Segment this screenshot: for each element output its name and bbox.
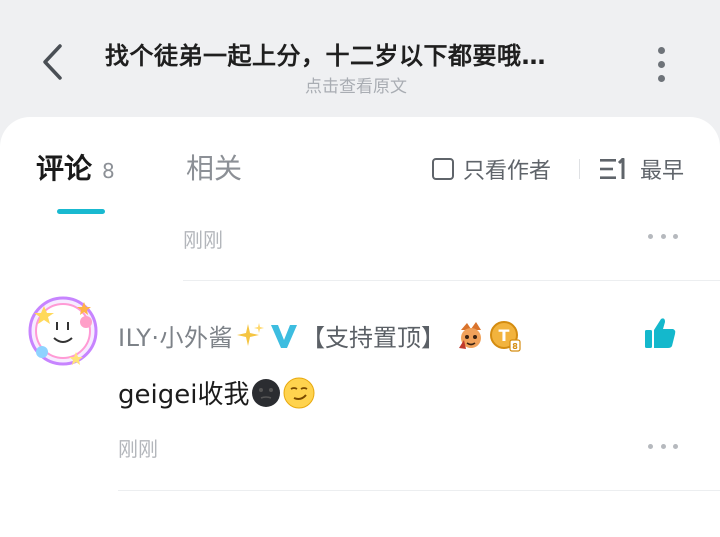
svg-text:8: 8: [512, 342, 518, 351]
tab-comments[interactable]: 评论 8: [36, 147, 115, 187]
like-button[interactable]: [643, 316, 677, 350]
svg-text:T: T: [499, 326, 510, 345]
comment-divider: [118, 490, 720, 491]
comment-time: 刚刚: [118, 437, 158, 461]
checkbox-icon[interactable]: [432, 158, 454, 180]
avatar-image: [28, 296, 98, 366]
view-original-link[interactable]: 点击查看原文: [0, 72, 712, 97]
comment-time: 刚刚: [183, 228, 223, 252]
more-horizontal-icon: [648, 233, 653, 239]
more-options-button[interactable]: [645, 44, 677, 84]
avatar[interactable]: [26, 294, 100, 368]
verified-v-icon: [271, 324, 298, 348]
comment-more-button[interactable]: [648, 229, 678, 243]
thumbs-up-icon: [645, 318, 676, 348]
character-badge-icon: [459, 321, 482, 349]
comment-text: geigei收我: [118, 380, 250, 410]
sort-label: 最早: [640, 159, 685, 184]
badge-label: 【支持置顶】: [301, 324, 446, 352]
sort-icon: [600, 158, 625, 179]
author-only-toggle[interactable]: 只看作者: [432, 153, 551, 185]
comment-divider: [183, 280, 720, 281]
page-title: 找个徒弟一起上分，十二岁以下都要哦…: [105, 42, 546, 70]
filter-divider: [579, 159, 580, 179]
tab-related[interactable]: 相关: [186, 147, 242, 187]
more-vertical-icon: [657, 46, 665, 54]
comment-author-row: ILY·小外酱 【支持置顶】 T 8: [118, 318, 521, 353]
comment-count: 8: [102, 159, 115, 183]
more-horizontal-icon: [648, 443, 653, 449]
tab-comments-label: 评论: [36, 152, 93, 185]
smirk-emoji-icon: [283, 377, 315, 408]
comment-more-button[interactable]: [648, 439, 678, 453]
comment-body: geigei收我: [118, 374, 315, 411]
top-bar: 找个徒弟一起上分，十二岁以下都要哦… 点击查看原文: [0, 0, 720, 118]
active-tab-indicator: [57, 209, 105, 214]
sparkle-icon: [237, 322, 265, 346]
username[interactable]: ILY·小外酱: [118, 318, 233, 353]
t-level-badge-icon: T 8: [490, 320, 521, 352]
sort-button[interactable]: 最早: [600, 153, 684, 185]
black-moon-emoji-icon: [252, 378, 281, 407]
author-only-label: 只看作者: [463, 159, 552, 184]
